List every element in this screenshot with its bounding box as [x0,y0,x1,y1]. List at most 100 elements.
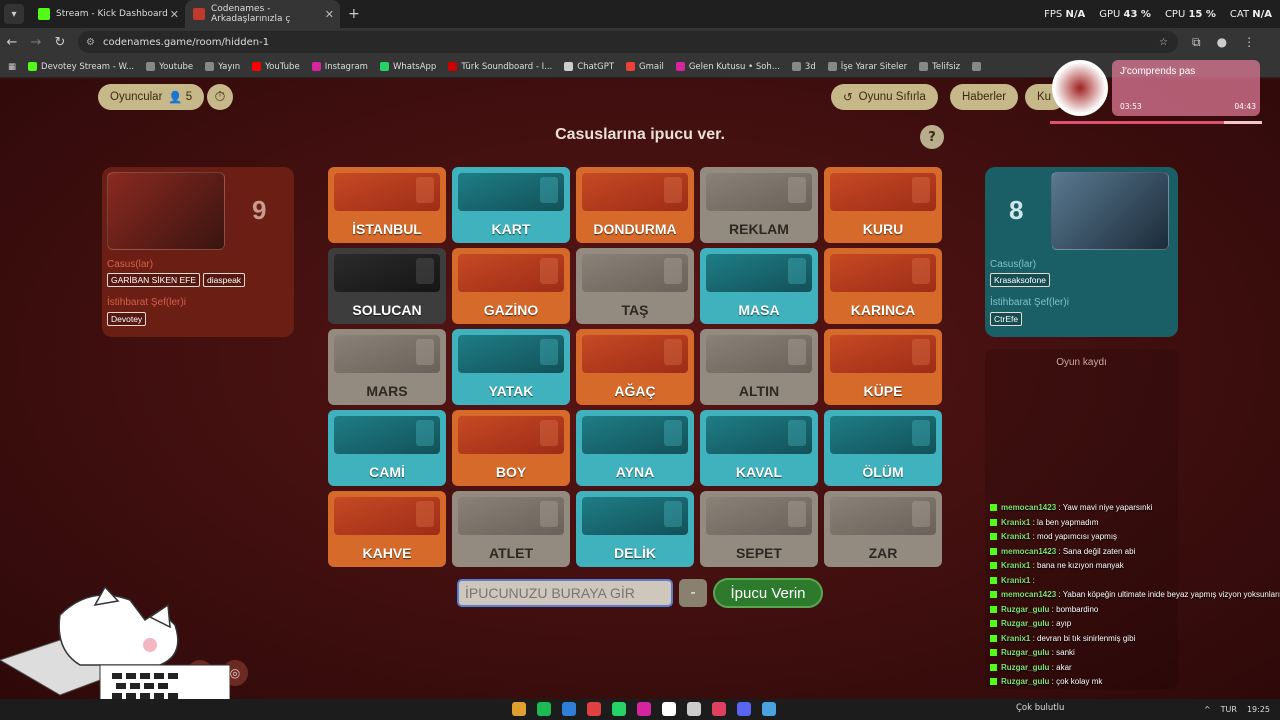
bookmark-item[interactable]: Youtube [146,62,193,72]
taskbar-app-icon[interactable] [762,702,776,716]
chat-username[interactable]: Ruzgar_gulu [1001,677,1049,686]
browser-tab[interactable]: Stream - Kick Dashboard ✕ [30,0,185,28]
bookmark-item[interactable]: Gmail [626,62,664,72]
timer-icon[interactable]: ⏱ [207,84,233,110]
word-card[interactable]: KURU [824,167,942,243]
profile-icon[interactable]: ● [1217,35,1227,50]
word-card[interactable]: İSTANBUL [328,167,446,243]
chat-username[interactable]: Ruzgar_gulu [1001,605,1049,614]
bookmark-item[interactable]: YouTube [252,62,300,72]
chat-username[interactable]: Ruzgar_gulu [1001,648,1049,657]
word-card[interactable]: AĞAÇ [576,329,694,405]
lang-indicator[interactable]: TUR [1221,705,1237,714]
red-spy-chip[interactable]: GARİBAN SİKEN EFE [107,273,201,287]
card-word: TAŞ [621,302,649,318]
bookmark-item[interactable]: Yayın [205,62,240,72]
word-card[interactable]: TAŞ [576,248,694,324]
tray-up-icon[interactable]: ^ [1204,705,1211,714]
bookmark-star-icon[interactable]: ☆ [1159,37,1168,48]
tab-close-icon[interactable]: ✕ [325,8,334,21]
taskbar-app-icon[interactable] [637,702,651,716]
clue-input[interactable] [457,579,673,607]
chat-username[interactable]: memocan1423 [1001,590,1056,599]
taskbar-app-icon[interactable] [562,702,576,716]
tab-close-icon[interactable]: ✕ [170,8,179,21]
new-tab-button[interactable]: + [348,6,360,22]
word-card[interactable]: SOLUCAN [328,248,446,324]
chat-username[interactable]: Kranix1 [1001,576,1030,585]
blue-chief-chip[interactable]: CtrEfe [990,312,1023,326]
clue-count-select[interactable]: - [679,579,707,607]
bookmark-item[interactable]: ChatGPT [564,62,614,72]
word-card[interactable]: SEPET [700,491,818,567]
site-info-icon[interactable]: ⚙ [86,37,95,48]
players-button[interactable]: Oyuncular 👤 5 [98,84,205,110]
back-icon[interactable]: ← [0,35,24,50]
song-title: J'comprends pas [1120,66,1196,77]
menu-icon[interactable]: ⋮ [1243,35,1255,50]
word-card[interactable]: BOY [452,410,570,486]
url-field[interactable]: ⚙ codenames.game/room/hidden-1 ☆ [78,31,1178,53]
taskbar-app-icon[interactable] [712,702,726,716]
chat-username[interactable]: Kranix1 [1001,634,1030,643]
word-card[interactable]: ALTIN [700,329,818,405]
browser-tab[interactable]: Codenames - Arkadaşlarınızla ç ✕ [185,0,340,28]
red-chief-chip[interactable]: Devotey [107,312,147,326]
taskbar-app-icon[interactable] [737,702,751,716]
bookmark-item[interactable]: WhatsApp [379,62,436,72]
word-card[interactable]: KARINCA [824,248,942,324]
word-card[interactable]: KART [452,167,570,243]
word-card[interactable]: REKLAM [700,167,818,243]
chat-username[interactable]: Kranix1 [1001,532,1030,541]
bookmark-item[interactable]: Gelen Kutusu • Soh... [675,62,780,72]
bookmark-item[interactable]: Devotey Stream - W... [28,62,134,72]
word-card[interactable]: YATAK [452,329,570,405]
chat-username[interactable]: Ruzgar_gulu [1001,663,1049,672]
red-spy-chip[interactable]: diaspeak [203,273,246,287]
word-card[interactable]: KAHVE [328,491,446,567]
chat-username[interactable]: memocan1423 [1001,503,1056,512]
bookmark-item[interactable]: Türk Soundboard - I... [448,62,552,72]
taskbar-app-icon[interactable] [612,702,626,716]
extensions-icon[interactable]: ⧉ [1192,35,1201,50]
word-card[interactable]: AYNA [576,410,694,486]
clock[interactable]: 19:25 [1247,705,1270,714]
chat-username[interactable]: Kranix1 [1001,561,1030,570]
taskbar-app-icon[interactable] [512,702,526,716]
bookmark-item[interactable]: 3d [791,62,816,72]
word-card[interactable]: MARS [328,329,446,405]
taskbar-app-icon[interactable] [662,702,676,716]
bookmark-item[interactable]: Telifsiz [919,62,960,72]
taskbar-app-icon[interactable] [587,702,601,716]
chat-username[interactable]: Ruzgar_gulu [1001,619,1049,628]
chat-username[interactable]: memocan1423 [1001,547,1056,556]
forward-icon[interactable]: → [24,35,48,50]
taskbar-app-icon[interactable] [687,702,701,716]
word-card[interactable]: ZAR [824,491,942,567]
word-card[interactable]: ATLET [452,491,570,567]
reload-icon[interactable]: ↻ [48,35,72,50]
apps-grid-icon[interactable]: ▦ [8,62,16,72]
word-card[interactable]: MASA [700,248,818,324]
word-card[interactable]: DONDURMA [576,167,694,243]
word-card[interactable]: CAMİ [328,410,446,486]
bookmark-item[interactable]: Instagram [311,62,368,72]
word-card[interactable]: KÜPE [824,329,942,405]
help-button[interactable]: ? [920,125,944,149]
word-card[interactable]: KAVAL [700,410,818,486]
tab-search-button[interactable]: ▾ [4,4,24,24]
give-clue-button[interactable]: İpucu Verin [713,578,823,608]
card-agent-icon [664,420,682,446]
bookmark-item[interactable]: İşe Yarar Siteler [827,62,907,72]
taskbar-app-icon[interactable] [537,702,551,716]
news-button[interactable]: Haberler [950,84,1019,110]
chat-username[interactable]: Kranix1 [1001,518,1030,527]
bookmark-item[interactable] [972,62,985,72]
reset-game-button[interactable]: ↺ Oyunu Sıfırla [831,84,938,110]
blue-spy-chip[interactable]: Krasaksofone [990,273,1050,287]
word-card[interactable]: DELİK [576,491,694,567]
word-card[interactable]: GAZİNO [452,248,570,324]
card-word: KURU [862,221,904,237]
word-card[interactable]: ÖLÜM [824,410,942,486]
tab-favicon-icon [193,8,205,20]
